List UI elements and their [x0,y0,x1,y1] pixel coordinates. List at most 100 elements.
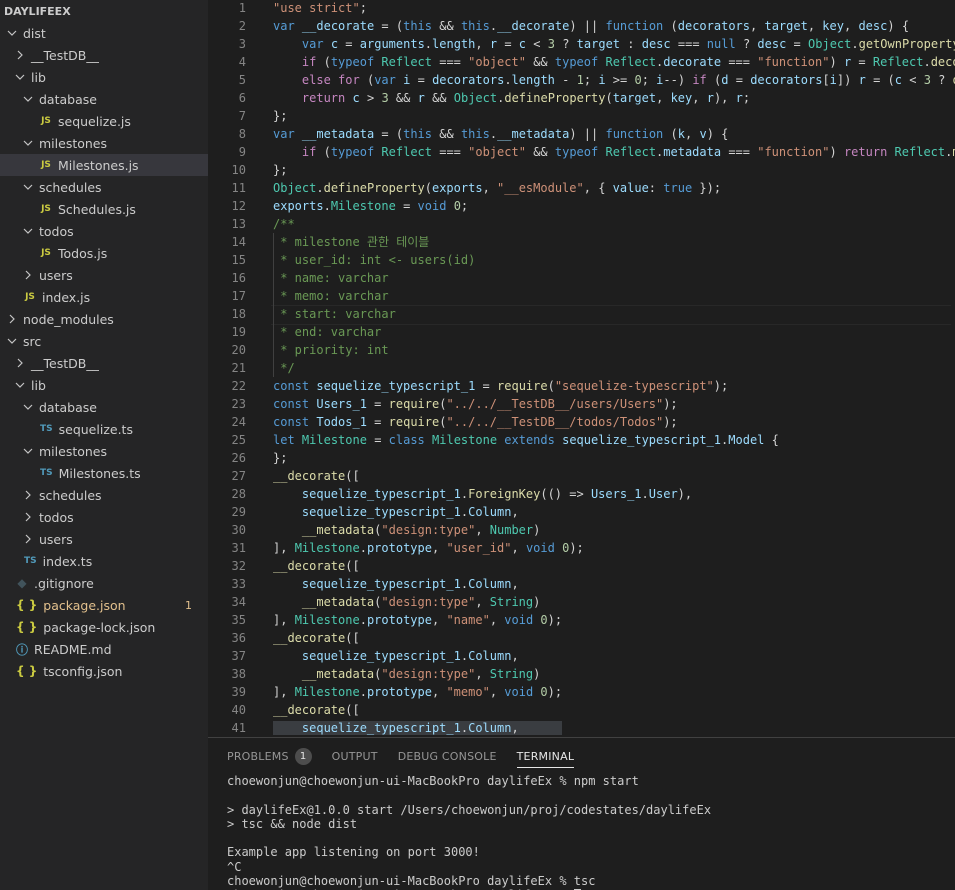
tree-file-item[interactable]: JS sequelize.js [0,110,208,132]
tree-folder-item[interactable]: schedules [0,176,208,198]
code-line[interactable]: 12 exports.Milestone = void 0; [208,197,955,215]
tree-folder-item[interactable]: __TestDB__ [0,44,208,66]
chevron-down-icon [6,335,18,347]
code-line[interactable]: 21 */ [208,359,955,377]
code-line[interactable]: 1 "use strict"; [208,0,955,17]
tree-folder-item[interactable]: milestones [0,132,208,154]
code-line[interactable]: 34 __metadata("design:type", String) [208,593,955,611]
code-line[interactable]: 37 sequelize_typescript_1.Column, [208,647,955,665]
tree-file-item[interactable]: JS Schedules.js [0,198,208,220]
code-line[interactable]: 10}; [208,161,955,179]
code-line[interactable]: 5 else for (var i = decorators.length - … [208,71,955,89]
code-line[interactable]: 7}; [208,107,955,125]
code-line[interactable]: 32 __decorate([ [208,557,955,575]
explorer-header[interactable]: DAYLIFEEX [0,0,208,23]
javascript-file-icon: JS [41,204,51,214]
code-line[interactable]: 24 const Todos_1 = require("../../__TestD… [208,413,955,431]
terminal-line: > tsc && node dist [227,816,358,831]
code-line[interactable]: 8 var __metadata = (this && this.__metada… [208,125,955,143]
code-line[interactable]: 19 * end: varchar [208,323,955,341]
tree-item-label: .gitignore [34,575,94,591]
code-line[interactable]: 39], Milestone.prototype, "memo", void 0… [208,683,955,701]
tree-folder-item[interactable]: lib [0,66,208,88]
line-number: 8 [238,127,246,141]
tab-problems[interactable]: PROBLEMS 1 [227,738,312,774]
tree-item-label: __TestDB__ [31,355,99,371]
code-line[interactable]: 16 * name: varchar [208,269,955,287]
tree-file-item[interactable]: JS Milestones.js [0,154,208,176]
tree-file-item[interactable]: { } package-lock.json [0,616,208,638]
tree-file-item[interactable]: { } tsconfig.json [0,660,208,682]
code-line[interactable]: 22 const sequelize_typescript_1 = require… [208,377,955,395]
tab-output[interactable]: OUTPUT [332,738,378,774]
line-number: 35 [231,613,246,627]
code-line[interactable]: 36 __decorate([ [208,629,955,647]
tree-folder-item[interactable]: database [0,396,208,418]
line-number: 14 [231,235,246,249]
code-line[interactable]: 25 let Milestone = class Milestone extend… [208,431,955,449]
tree-file-item[interactable]: JS Todos.js [0,242,208,264]
tree-file-item[interactable]: ⓘ README.md [0,638,208,660]
code-line[interactable]: 11 Object.defineProperty(exports, "__esMo… [208,179,955,197]
tree-folder-item[interactable]: milestones [0,440,208,462]
code-line[interactable]: 3 var c = arguments.length, r = c < 3 ? … [208,35,955,53]
line-number: 38 [231,667,246,681]
tab-terminal[interactable]: TERMINAL [516,738,575,774]
code-line[interactable]: 20 * priority: int [208,341,955,359]
tab-output-label: OUTPUT [331,749,378,763]
code-line[interactable]: 9 if (typeof Reflect === "object" && typ… [208,143,955,161]
tree-folder-item[interactable]: todos [0,220,208,242]
line-number: 27 [231,469,246,483]
code-line[interactable]: 4 if (typeof Reflect === "object" && typ… [208,53,955,71]
code-text: __decorate([ [273,559,360,573]
line-number: 41 [231,721,246,735]
line-number: 11 [231,181,246,195]
line-number: 20 [231,343,246,357]
code-line[interactable]: 14 * milestone 관한 테이블 [208,233,955,251]
code-line[interactable]: 38 __metadata("design:type", String) [208,665,955,683]
line-number: 23 [231,397,246,411]
code-line[interactable]: 26}; [208,449,955,467]
tree-folder-item[interactable]: lib [0,374,208,396]
code-line[interactable]: 15 * user_id: int <- users(id) [208,251,955,269]
tab-debug-console[interactable]: DEBUG CONSOLE [398,738,497,774]
terminal-output[interactable]: choewonjun@choewonjun-ui-MacBookPro dayl… [208,774,955,890]
line-number: 24 [231,415,246,429]
code-line[interactable]: 13 /** [208,215,955,233]
code-editor[interactable]: 1 "use strict"; 2 var __decorate = (this &&… [208,0,955,737]
code-line[interactable]: 18 * start: varchar [208,305,955,325]
code-line[interactable]: 23 const Users_1 = require("../../__TestD… [208,395,955,413]
code-line[interactable]: 6 return c > 3 && r && Object.defineProp… [208,89,955,107]
code-line[interactable]: 35], Milestone.prototype, "name", void 0… [208,611,955,629]
code-line[interactable]: 41 sequelize_typescript_1.Column, [208,719,955,737]
tree-folder-item[interactable]: src [0,330,208,352]
tree-folder-item[interactable]: todos [0,506,208,528]
code-line[interactable]: 31], Milestone.prototype, "user_id", voi… [208,539,955,557]
tree-folder-item[interactable]: users [0,528,208,550]
code-area[interactable]: 1 "use strict"; 2 var __decorate = (this &&… [208,0,955,737]
code-line[interactable]: 29 sequelize_typescript_1.Column, [208,503,955,521]
code-line[interactable]: 2 var __decorate = (this && this.__decora… [208,17,955,35]
code-line[interactable]: 27 __decorate([ [208,467,955,485]
tree-file-item[interactable]: TS index.ts [0,550,208,572]
tree-folder-item[interactable]: schedules [0,484,208,506]
line-number: 21 [231,361,246,375]
tree-folder-item[interactable]: database [0,88,208,110]
tree-item-label: src [23,333,42,349]
tree-folder-item[interactable]: dist [0,22,208,44]
code-line[interactable]: 30 __metadata("design:type", Number) [208,521,955,539]
tree-file-item[interactable]: TS Milestones.ts [0,462,208,484]
code-line[interactable]: 17 * memo: varchar [208,287,955,305]
chevron-down-icon [22,181,34,193]
tree-folder-item[interactable]: __TestDB__ [0,352,208,374]
code-line[interactable]: 28 sequelize_typescript_1.ForeignKey(() … [208,485,955,503]
code-line[interactable]: 40 __decorate([ [208,701,955,719]
tree-file-item[interactable]: TS sequelize.ts [0,418,208,440]
tree-item-label: index.ts [42,553,93,569]
tree-file-item[interactable]: JS index.js [0,286,208,308]
tree-file-item[interactable]: ◆ .gitignore [0,572,208,594]
code-line[interactable]: 33 sequelize_typescript_1.Column, [208,575,955,593]
tree-file-item[interactable]: { } package.json 1 [0,594,208,616]
tree-folder-item[interactable]: users [0,264,208,286]
tree-folder-item[interactable]: node_modules [0,308,208,330]
